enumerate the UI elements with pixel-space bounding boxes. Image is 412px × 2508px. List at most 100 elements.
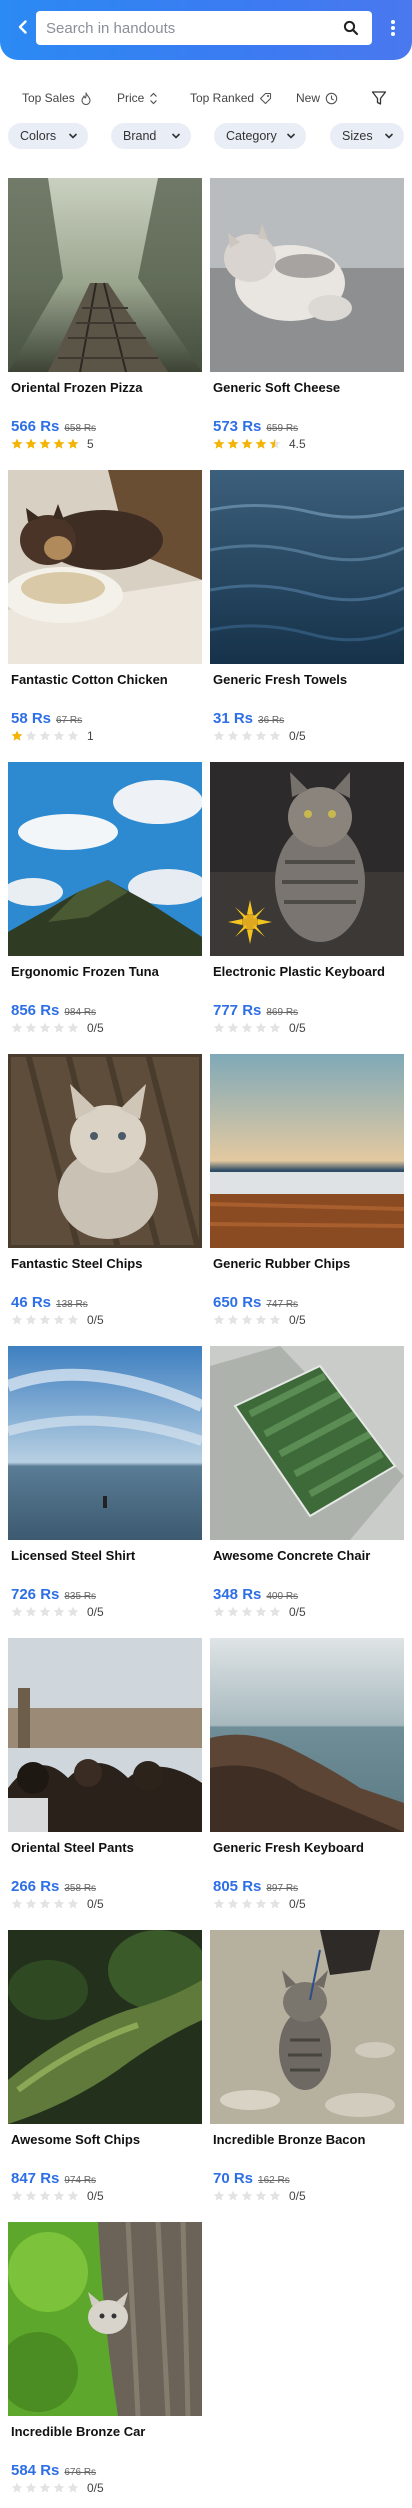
product-card[interactable]: Generic Fresh Towels 31 Rs 36 Rs 0/5 <box>210 470 404 750</box>
search-box[interactable] <box>36 11 372 45</box>
rating: 0/5 <box>11 1605 104 1619</box>
star-empty-icon <box>11 1898 23 1909</box>
star-empty-icon <box>53 2482 65 2493</box>
rating-value: 0/5 <box>289 729 306 743</box>
search-button[interactable] <box>340 17 362 39</box>
back-button[interactable] <box>8 12 38 42</box>
product-name: Oriental Frozen Pizza <box>11 380 143 395</box>
star-empty-icon <box>53 730 65 741</box>
product-old-price: 747 Rs <box>266 1299 299 1310</box>
product-image <box>210 470 404 664</box>
rating: 0/5 <box>213 729 306 743</box>
filter-chip-category[interactable]: Category <box>214 123 306 149</box>
star-empty-icon <box>67 2190 79 2201</box>
product-old-price: 67 Rs <box>56 715 83 726</box>
star-empty-icon <box>255 2190 267 2201</box>
star-empty-icon <box>255 1898 267 1909</box>
rating-value: 0/5 <box>289 1897 306 1911</box>
product-image <box>210 178 404 372</box>
star-empty-icon <box>11 2190 23 2201</box>
sort-top-ranked[interactable]: Top Ranked <box>190 84 272 112</box>
product-image <box>210 1346 404 1540</box>
product-name: Ergonomic Frozen Tuna <box>11 964 159 979</box>
rating-value: 0/5 <box>289 1313 306 1327</box>
filter-button[interactable] <box>366 84 392 112</box>
star-filled-icon <box>241 438 253 449</box>
product-image <box>8 1638 202 1832</box>
star-filled-icon <box>53 438 65 449</box>
product-card[interactable]: Fantastic Steel Chips 46 Rs 138 Rs 0/5 <box>8 1054 202 1334</box>
star-empty-icon <box>53 1898 65 1909</box>
product-card[interactable]: Oriental Steel Pants 266 Rs 358 Rs 0/5 <box>8 1638 202 1918</box>
star-empty-icon <box>269 1022 281 1033</box>
sort-price[interactable]: Price <box>117 84 158 112</box>
product-old-price: 897 Rs <box>266 1883 299 1894</box>
product-card[interactable]: Awesome Concrete Chair 348 Rs 400 Rs 0/5 <box>210 1346 404 1626</box>
star-empty-icon <box>241 1606 253 1617</box>
star-empty-icon <box>67 1898 79 1909</box>
rating-value: 0/5 <box>87 1605 104 1619</box>
product-card[interactable]: Incredible Bronze Car 584 Rs 676 Rs 0/5 <box>8 2222 202 2502</box>
star-empty-icon <box>53 2190 65 2201</box>
product-card[interactable]: Incredible Bronze Bacon 70 Rs 162 Rs 0/5 <box>210 1930 404 2210</box>
star-empty-icon <box>213 2190 225 2201</box>
filter-chip-sizes[interactable]: Sizes <box>330 123 404 149</box>
star-empty-icon <box>255 1022 267 1033</box>
star-empty-icon <box>269 1898 281 1909</box>
chevron-left-icon <box>18 20 27 34</box>
rating: 1 <box>11 729 94 743</box>
star-empty-icon <box>39 730 51 741</box>
filter-chip-brand[interactable]: Brand <box>111 123 191 149</box>
product-card[interactable]: Generic Fresh Keyboard 805 Rs 897 Rs 0/5 <box>210 1638 404 1918</box>
sort-top-sales[interactable]: Top Sales <box>22 84 92 112</box>
product-card[interactable]: Electronic Plastic Keyboard 777 Rs 869 Rs… <box>210 762 404 1042</box>
star-empty-icon <box>25 2482 37 2493</box>
sort-arrows-icon <box>150 92 158 104</box>
rating-value: 1 <box>87 729 94 743</box>
product-name: Oriental Steel Pants <box>11 1840 134 1855</box>
search-input[interactable] <box>46 19 340 37</box>
product-old-price: 984 Rs <box>64 1007 97 1018</box>
product-card[interactable]: Oriental Frozen Pizza 566 Rs 658 Rs 5 <box>8 178 202 458</box>
rating-value: 0/5 <box>289 2189 306 2203</box>
product-card[interactable]: Licensed Steel Shirt 726 Rs 835 Rs 0/5 <box>8 1346 202 1626</box>
product-name: Electronic Plastic Keyboard <box>213 964 385 979</box>
star-empty-icon <box>39 1606 51 1617</box>
product-price: 58 Rs <box>11 710 52 727</box>
product-price: 348 Rs <box>213 1586 262 1603</box>
rating: 5 <box>11 437 94 451</box>
product-name: Awesome Concrete Chair <box>213 1548 371 1563</box>
product-image <box>8 1054 202 1248</box>
star-filled-icon <box>11 730 23 741</box>
product-card[interactable]: Fantastic Cotton Chicken 58 Rs 67 Rs 1 <box>8 470 202 750</box>
product-card[interactable]: Generic Rubber Chips 650 Rs 747 Rs 0/5 <box>210 1054 404 1334</box>
rating: 0/5 <box>213 1313 306 1327</box>
filter-chip-colors[interactable]: Colors <box>8 123 88 149</box>
product-name: Generic Fresh Keyboard <box>213 1840 364 1855</box>
rating-value: 0/5 <box>87 2189 104 2203</box>
product-card[interactable]: Ergonomic Frozen Tuna 856 Rs 984 Rs 0/5 <box>8 762 202 1042</box>
product-image <box>210 1054 404 1248</box>
sort-new-label: New <box>296 91 321 105</box>
sort-new[interactable]: New <box>296 84 338 112</box>
rating-value: 0/5 <box>87 2481 104 2495</box>
product-image <box>8 178 202 372</box>
star-empty-icon <box>241 1022 253 1033</box>
sort-top-ranked-label: Top Ranked <box>190 91 255 105</box>
product-card[interactable]: Generic Soft Cheese 573 Rs 659 Rs 4.5 <box>210 178 404 458</box>
star-empty-icon <box>25 1898 37 1909</box>
product-image <box>210 1930 404 2124</box>
more-options-button[interactable] <box>380 14 406 42</box>
star-empty-icon <box>213 1898 225 1909</box>
star-filled-icon <box>11 438 23 449</box>
sort-bar: Top Sales Price Top Ranked New <box>0 84 412 112</box>
rating-value: 4.5 <box>289 437 306 451</box>
product-card[interactable]: Awesome Soft Chips 847 Rs 974 Rs 0/5 <box>8 1930 202 2210</box>
product-old-price: 835 Rs <box>64 1591 97 1602</box>
product-name: Fantastic Steel Chips <box>11 1256 143 1271</box>
star-empty-icon <box>39 1898 51 1909</box>
product-name: Awesome Soft Chips <box>11 2132 141 2147</box>
rating: 0/5 <box>11 2189 104 2203</box>
star-empty-icon <box>39 2482 51 2493</box>
star-empty-icon <box>269 1314 281 1325</box>
